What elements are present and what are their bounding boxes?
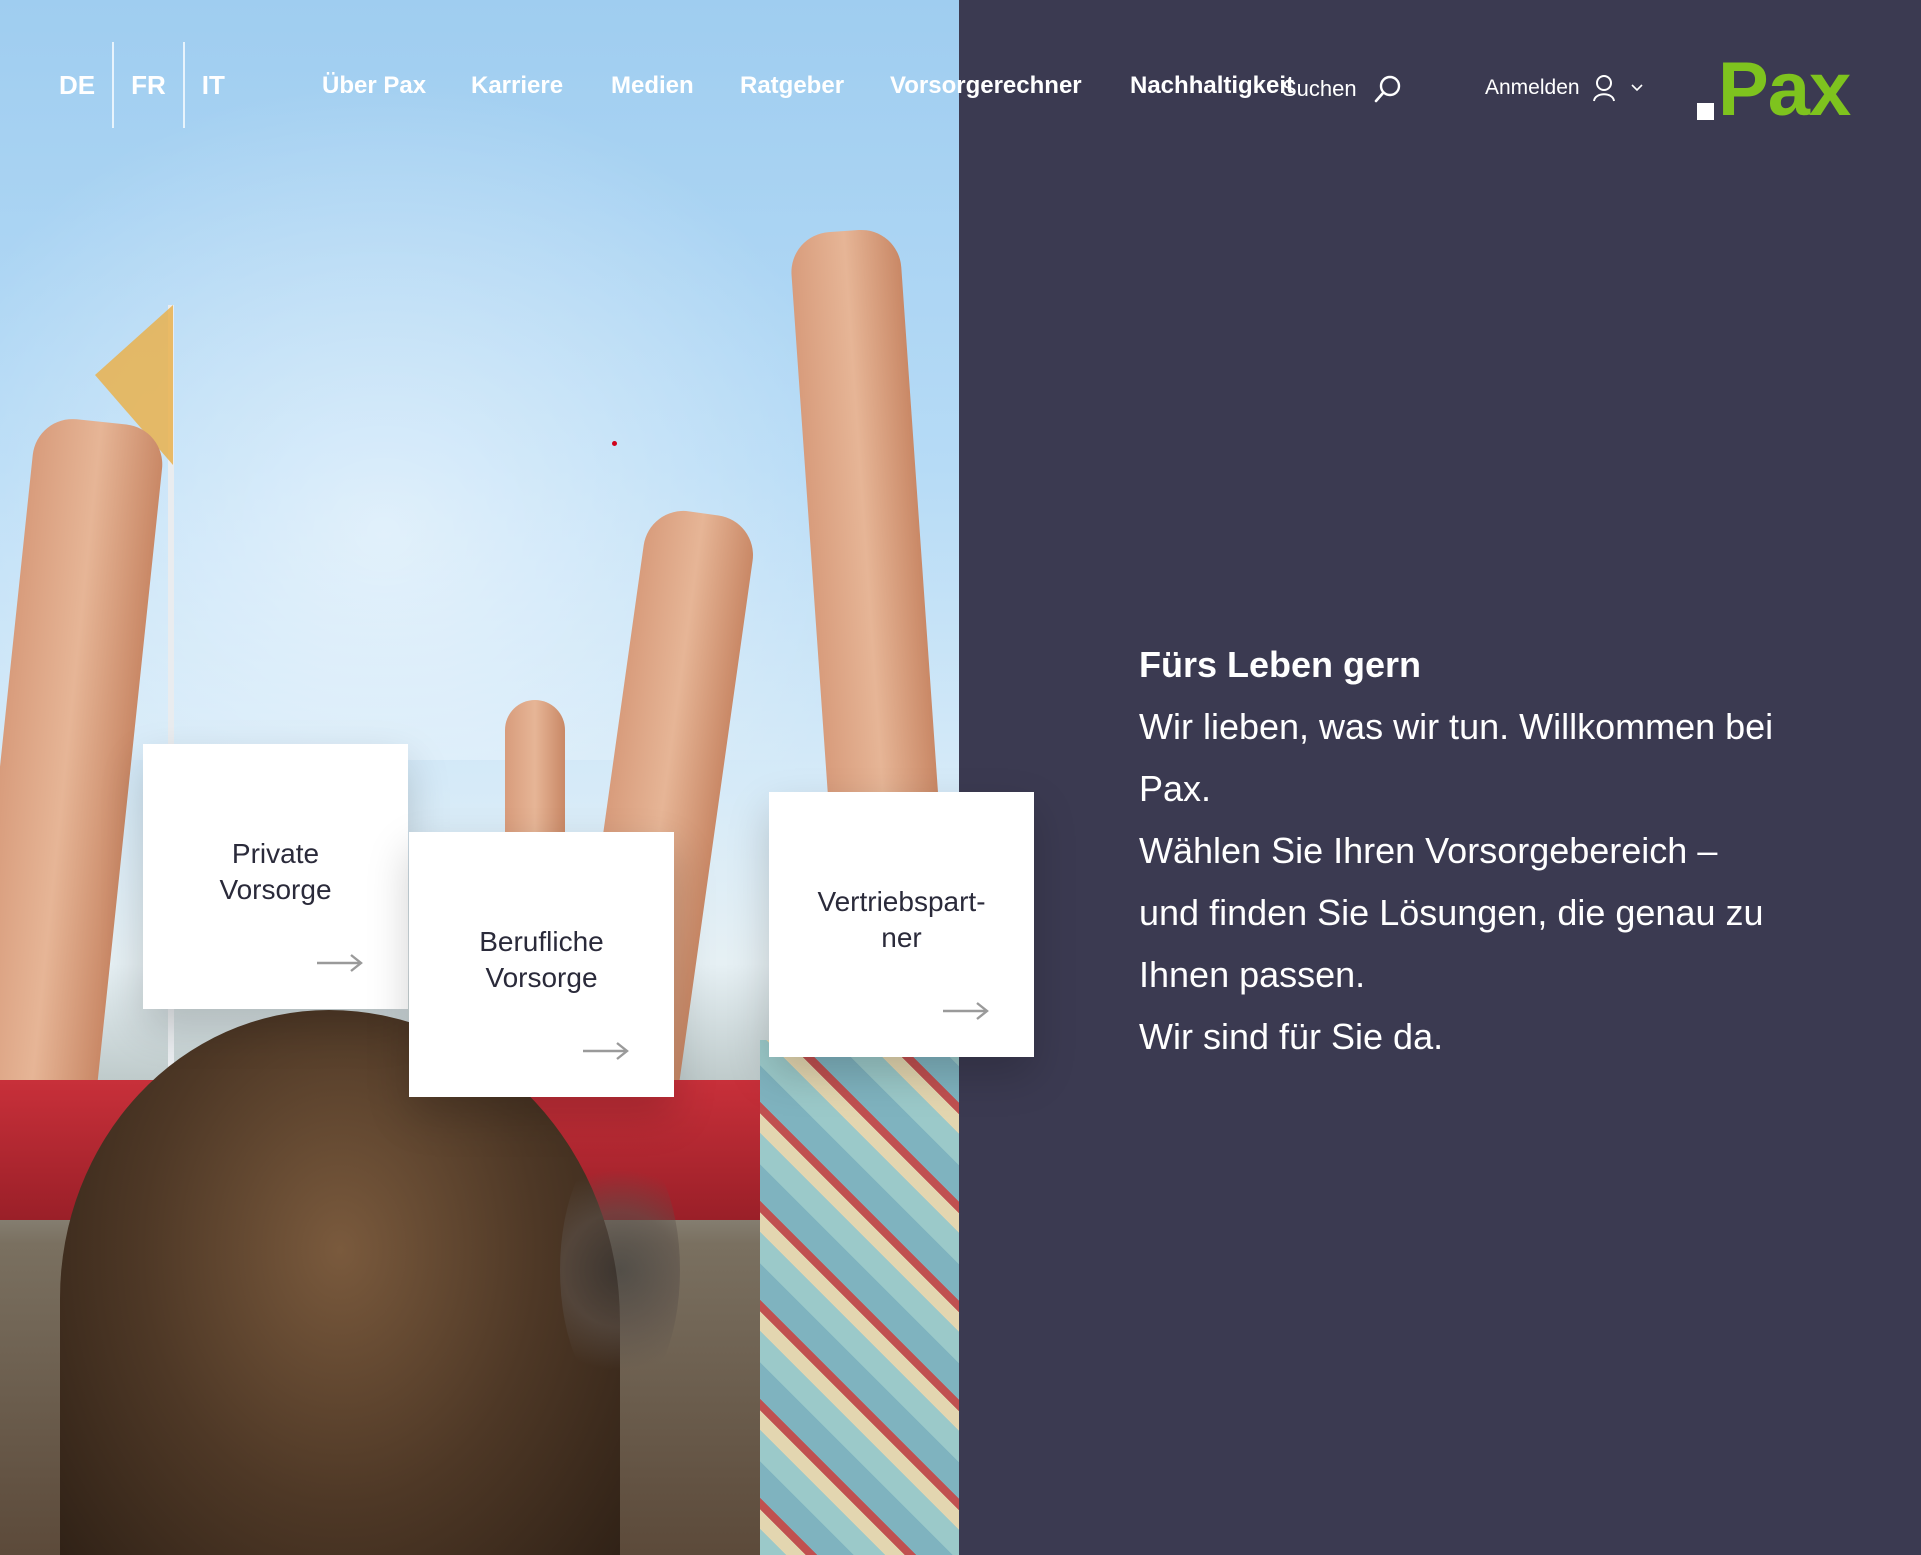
- nav-item-karriere[interactable]: Karriere: [471, 72, 563, 100]
- cursor-dot: [612, 441, 617, 446]
- intro-title: Fürs Leben gern: [1139, 644, 1422, 685]
- card-vertriebspartner[interactable]: Vertriebspart-ner: [769, 792, 1034, 1057]
- nav-item-nachhaltigkeit[interactable]: Nachhaltigkeit: [1130, 72, 1294, 100]
- lang-de[interactable]: DE: [42, 42, 112, 128]
- nav-item-ueber-pax[interactable]: Über Pax: [322, 72, 426, 100]
- chevron-down-icon: [1630, 84, 1643, 92]
- lang-fr[interactable]: FR: [114, 42, 183, 128]
- tattoo: [560, 1140, 680, 1400]
- plaid-shirt: [760, 1040, 959, 1555]
- lang-it[interactable]: IT: [185, 42, 242, 128]
- arrow-right-icon: [317, 954, 363, 972]
- raised-arm: [0, 415, 167, 1125]
- nav-item-ratgeber[interactable]: Ratgeber: [740, 72, 844, 100]
- language-switcher: DE FR IT: [42, 42, 242, 128]
- search-label: Suchen: [1282, 76, 1357, 101]
- card-label: Private Vorsorge: [219, 838, 332, 905]
- search-icon: [1374, 75, 1400, 103]
- card-berufliche-vorsorge[interactable]: Berufliche Vorsorge: [409, 832, 674, 1097]
- intro-text: Fürs Leben gern Wir lieben, was wir tun.…: [1139, 640, 1779, 1068]
- card-private-vorsorge[interactable]: Private Vorsorge: [143, 744, 408, 1009]
- user-icon: [1592, 75, 1615, 102]
- arrow-right-icon: [943, 1002, 989, 1020]
- intro-line: Wählen Sie Ihren Vorsorgebereich – und f…: [1139, 830, 1764, 995]
- login-label: Anmelden: [1485, 76, 1580, 99]
- pax-logo[interactable]: Pax: [1697, 47, 1851, 132]
- card-label: Berufliche Vorsorge: [479, 926, 604, 993]
- logo-dot: [1697, 103, 1714, 120]
- nav-item-vorsorgerechner[interactable]: Vorsorgerechner: [890, 72, 1082, 100]
- nav-item-medien[interactable]: Medien: [611, 72, 694, 100]
- login-button[interactable]: Anmelden: [1485, 74, 1644, 102]
- search-button[interactable]: Suchen: [1282, 74, 1403, 104]
- arrow-right-icon: [583, 1042, 629, 1060]
- logo-text: Pax: [1718, 47, 1851, 132]
- card-label: Vertriebspart-ner: [817, 886, 986, 953]
- intro-line: Wir lieben, was wir tun. Willkommen bei …: [1139, 706, 1774, 809]
- intro-line: Wir sind für Sie da.: [1139, 1016, 1444, 1057]
